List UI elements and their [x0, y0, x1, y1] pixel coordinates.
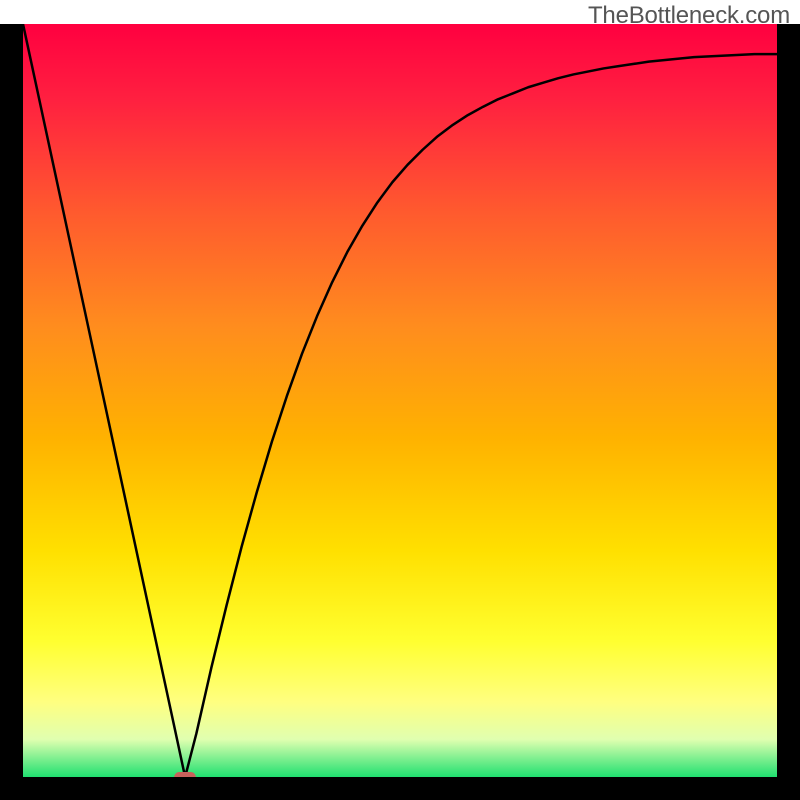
- chart-plot-area: [23, 24, 777, 777]
- chart-svg: [23, 24, 777, 777]
- gradient-background: [23, 24, 777, 777]
- chart-frame: [0, 24, 800, 800]
- trough-marker: [174, 772, 196, 777]
- watermark-label: TheBottleneck.com: [588, 2, 790, 30]
